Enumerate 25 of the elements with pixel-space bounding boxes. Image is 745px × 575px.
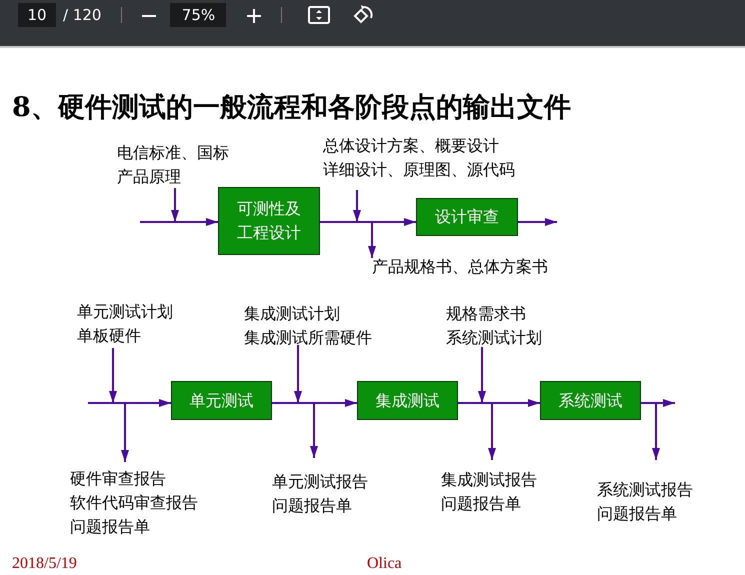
- slide-title: 8、硬件测试的一般流程和各阶段点的输出文件: [12, 91, 571, 125]
- output-label: 单元测试报告 问题报告单: [272, 471, 368, 517]
- process-box: 集成测试: [357, 381, 458, 420]
- process-box: 单元测试: [171, 381, 272, 420]
- output-label: 系统测试报告 问题报告单: [597, 479, 693, 525]
- input-label: 集成测试计划 集成测试所需硬件: [244, 303, 372, 349]
- process-box: 设计审查: [416, 198, 518, 236]
- input-label: 电信标准、国标 产品原理: [117, 142, 229, 188]
- page-count: / 120: [63, 4, 102, 26]
- zoom-in-icon[interactable]: [246, 8, 262, 24]
- output-label: 产品规格书、总体方案书: [372, 256, 548, 278]
- page-number-field[interactable]: 10: [18, 3, 56, 27]
- fit-page-icon[interactable]: [308, 6, 330, 24]
- input-label: 总体设计方案、概要设计 详细设计、原理图、源代码: [323, 135, 515, 181]
- arrow: [518, 218, 557, 226]
- input-label: 规格需求书 系统测试计划: [446, 303, 542, 349]
- rotate-icon[interactable]: [352, 4, 374, 26]
- process-box: 可测性及 工程设计: [218, 187, 320, 255]
- input-label: 单元测试计划 单板硬件: [77, 301, 173, 347]
- zoom-field[interactable]: 75%: [170, 3, 226, 27]
- slide-date: 2018/5/19: [12, 554, 77, 574]
- slide-author: Olica: [367, 554, 402, 574]
- output-label: 集成测试报告 问题报告单: [441, 469, 537, 515]
- process-box: 系统测试: [540, 381, 641, 420]
- output-label: 硬件审查报告 软件代码审查报告 问题报告单: [70, 468, 198, 538]
